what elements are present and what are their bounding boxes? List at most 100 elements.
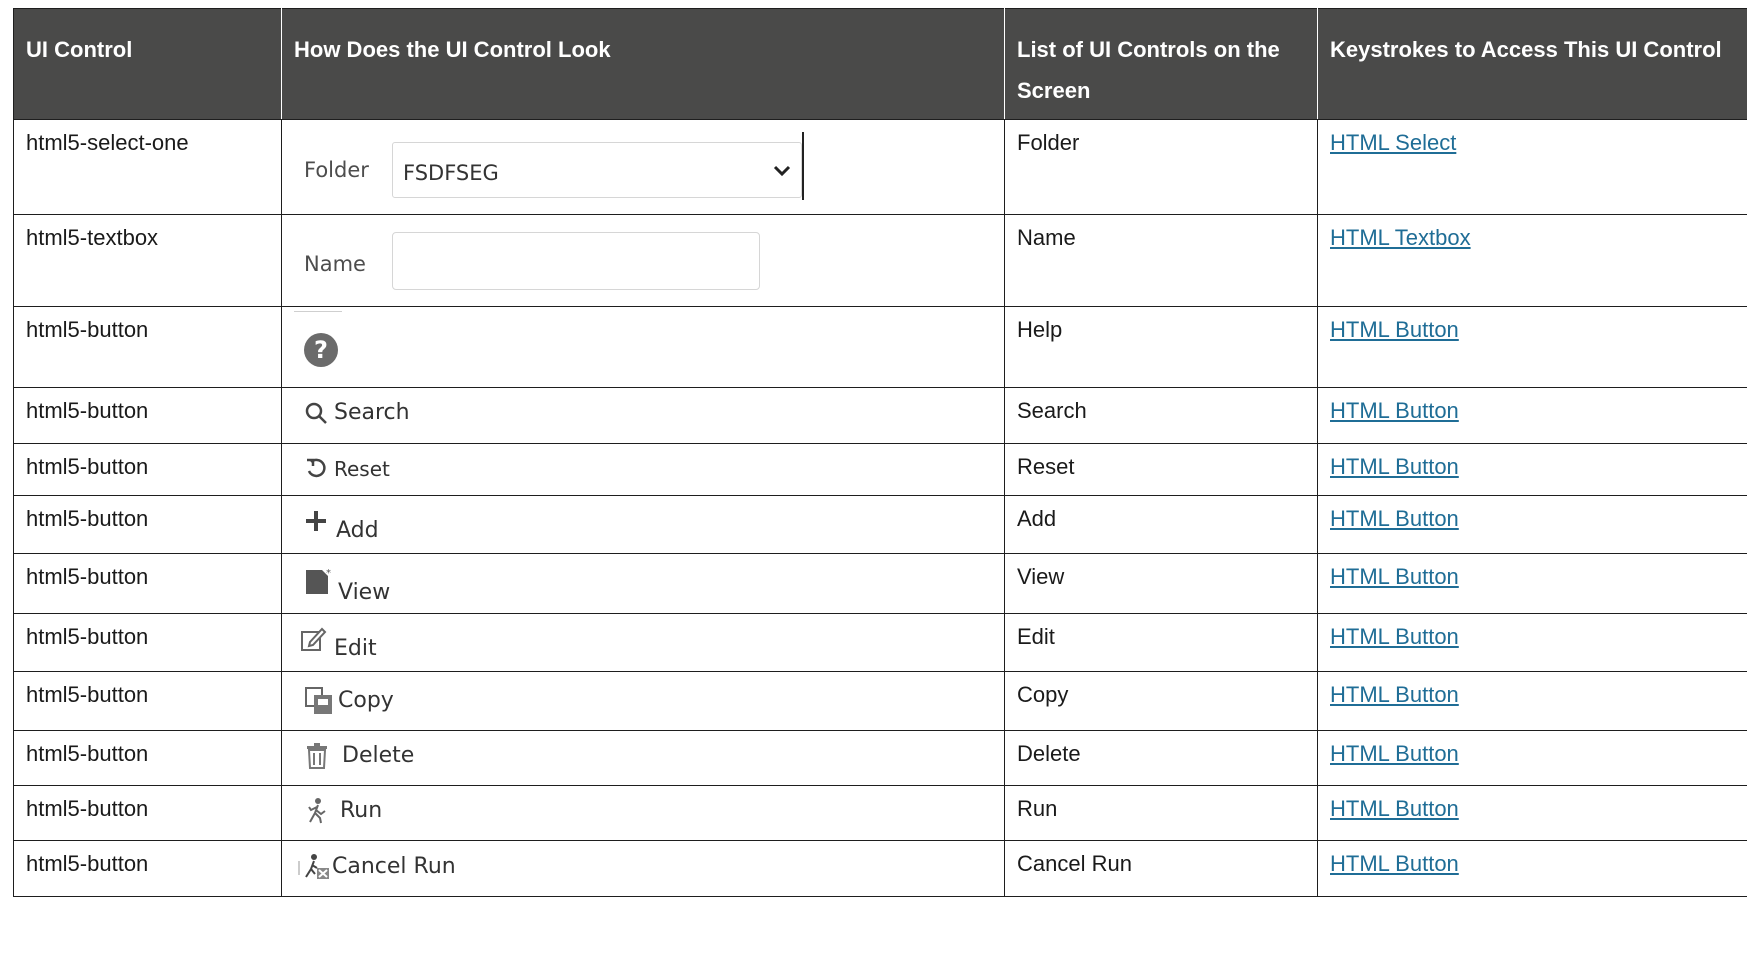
control-type: html5-button [13, 553, 282, 614]
name-label: Name [304, 252, 366, 276]
html-button-link[interactable]: HTML Button [1330, 741, 1459, 766]
table-row: html5-button Add Add HTML Button [13, 495, 1747, 554]
header-keystrokes: Keystrokes to Access This UI Control [1317, 8, 1747, 120]
search-label: Search [334, 400, 410, 425]
control-list-item: Help [1004, 306, 1318, 388]
table-row: html5-select-one Folder FSDFSEG Folder H… [13, 119, 1747, 215]
control-look: Add [281, 495, 1005, 554]
control-list-item: Delete [1004, 730, 1318, 786]
table-row: html5-button Run Run HTML Button [13, 785, 1747, 841]
control-list-item: Run [1004, 785, 1318, 841]
delete-button[interactable]: Delete [306, 743, 414, 769]
html-textbox-link[interactable]: HTML Textbox [1330, 225, 1471, 250]
header-ui-control: UI Control [13, 8, 282, 120]
header-controls-list: List of UI Controls on the Screen [1004, 8, 1318, 120]
folder-select[interactable]: FSDFSEG [392, 142, 802, 198]
chevron-down-icon [773, 157, 791, 183]
html-button-link[interactable]: HTML Button [1330, 564, 1459, 589]
plus-icon [304, 509, 328, 533]
ui-controls-table: UI Control How Does the UI Control Look … [13, 8, 1747, 897]
control-look: Cancel Run [281, 840, 1005, 897]
view-label: View [338, 580, 391, 605]
control-type: html5-button [13, 671, 282, 731]
table-row: html5-button Delete Delete HTML Button [13, 730, 1747, 786]
control-type: html5-button [13, 495, 282, 554]
html-button-link[interactable]: HTML Button [1330, 317, 1459, 342]
control-type: html5-button [13, 306, 282, 388]
table-row: html5-button Reset Reset HTML Button [13, 443, 1747, 496]
html-select-link[interactable]: HTML Select [1330, 130, 1456, 155]
delete-label: Delete [342, 743, 415, 768]
table-row: html5-button Cancel Run Cancel Run HTML … [13, 840, 1747, 897]
help-icon: ? [304, 333, 338, 367]
divider [802, 132, 804, 200]
keystroke-cell: HTML Textbox [1317, 214, 1747, 307]
table-row: html5-button * View View HTML Button [13, 553, 1747, 614]
table-header-row: UI Control How Does the UI Control Look … [13, 8, 1747, 120]
keystroke-cell: HTML Button [1317, 785, 1747, 841]
edit-icon [300, 626, 328, 652]
edit-label: Edit [334, 636, 377, 661]
cancel-run-button[interactable]: Cancel Run [298, 853, 456, 881]
table-row: html5-button Copy Copy HTML Button [13, 671, 1747, 731]
keystroke-cell: HTML Button [1317, 495, 1747, 554]
keystroke-cell: HTML Button [1317, 443, 1747, 496]
html-button-link[interactable]: HTML Button [1330, 851, 1459, 876]
keystroke-cell: HTML Button [1317, 730, 1747, 786]
control-type: html5-button [13, 840, 282, 897]
control-type: html5-button [13, 730, 282, 786]
reset-label: Reset [334, 457, 390, 481]
control-list-item: Search [1004, 387, 1318, 444]
html-button-link[interactable]: HTML Button [1330, 624, 1459, 649]
edit-button[interactable]: Edit [300, 626, 377, 662]
control-type: html5-button [13, 443, 282, 496]
control-type: html5-button [13, 613, 282, 672]
control-look: Reset [281, 443, 1005, 496]
html-button-link[interactable]: HTML Button [1330, 682, 1459, 707]
folder-select-value: FSDFSEG [403, 161, 499, 185]
control-list-item: Edit [1004, 613, 1318, 672]
html-button-link[interactable]: HTML Button [1330, 506, 1459, 531]
html-button-link[interactable]: HTML Button [1330, 454, 1459, 479]
html-button-link[interactable]: HTML Button [1330, 796, 1459, 821]
control-list-item: Reset [1004, 443, 1318, 496]
control-look: * View [281, 553, 1005, 614]
control-look: ? [281, 306, 1005, 388]
cancel-run-label: Cancel Run [332, 854, 456, 879]
copy-button[interactable]: Copy [304, 686, 394, 716]
cancel-run-icon [298, 853, 332, 881]
keystroke-cell: HTML Button [1317, 613, 1747, 672]
reset-button[interactable]: Reset [304, 456, 390, 482]
run-label: Run [340, 798, 383, 823]
reset-icon [304, 457, 328, 481]
control-look: Delete [281, 730, 1005, 786]
search-icon [304, 401, 328, 425]
trash-icon [306, 743, 328, 769]
svg-text:*: * [326, 568, 331, 579]
table-row: html5-button Search Search HTML Button [13, 387, 1747, 444]
search-button[interactable]: Search [304, 400, 410, 426]
control-type: html5-textbox [13, 214, 282, 307]
page: UI Control How Does the UI Control Look … [0, 0, 1747, 980]
view-icon: * [304, 566, 334, 596]
table-row: html5-button ? Help HTML Button [13, 306, 1747, 388]
view-button[interactable]: * View [304, 568, 390, 606]
header-control-look: How Does the UI Control Look [281, 8, 1005, 120]
divider [294, 311, 342, 312]
control-list-item: Add [1004, 495, 1318, 554]
keystroke-cell: HTML Button [1317, 840, 1747, 897]
table-row: html5-textbox Name Name HTML Textbox [13, 214, 1747, 307]
control-look: Search [281, 387, 1005, 444]
run-button[interactable]: Run [306, 798, 382, 824]
control-list-item: Name [1004, 214, 1318, 307]
name-input[interactable] [392, 232, 760, 290]
add-button[interactable]: Add [304, 508, 379, 544]
keystroke-cell: HTML Button [1317, 387, 1747, 444]
table-row: html5-button Edit Edit HTML Button [13, 613, 1747, 672]
control-list-item: Folder [1004, 119, 1318, 215]
control-list-item: View [1004, 553, 1318, 614]
html-button-link[interactable]: HTML Button [1330, 398, 1459, 423]
keystroke-cell: HTML Button [1317, 306, 1747, 388]
keystroke-cell: HTML Button [1317, 553, 1747, 614]
help-button[interactable]: ? [304, 333, 338, 367]
